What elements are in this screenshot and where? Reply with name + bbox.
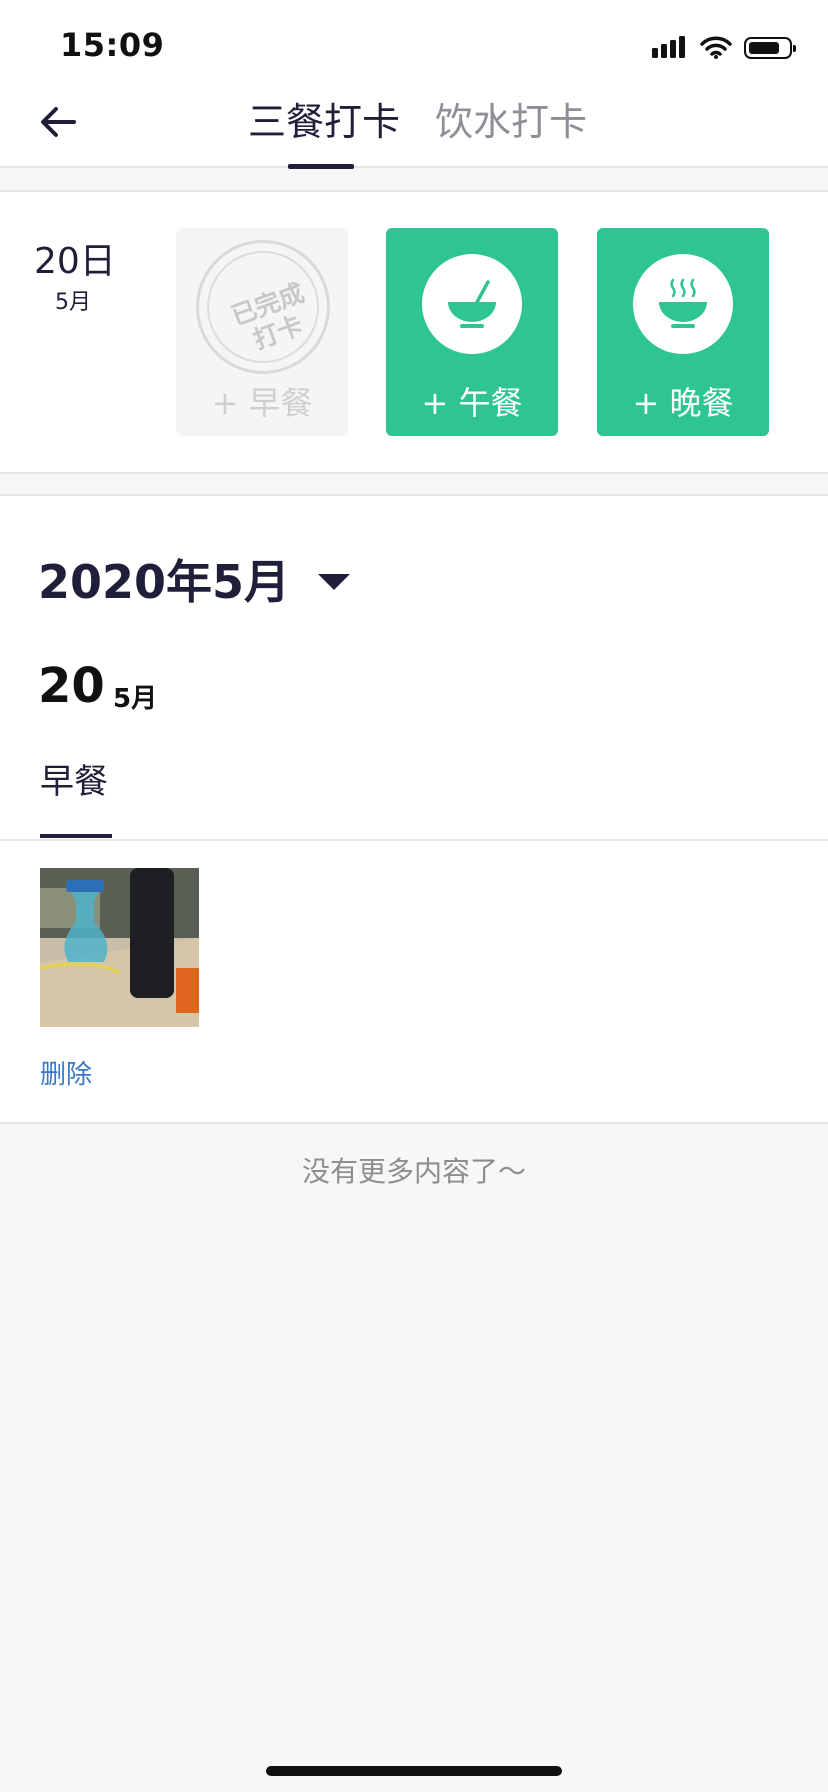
status-icons <box>652 30 796 66</box>
meal-photo[interactable] <box>40 868 199 1027</box>
header: 三餐打卡 饮水打卡 <box>0 80 828 169</box>
meal-tab-indicator <box>40 834 112 838</box>
back-button[interactable] <box>30 94 86 150</box>
bowl-spoon-icon <box>448 280 496 328</box>
history-panel: 2020年5月 20 5月 早餐 删除 <box>0 494 828 1124</box>
delete-button[interactable]: 删除 <box>40 1054 92 1091</box>
tab-meal-checkin[interactable]: 三餐打卡 <box>248 94 400 150</box>
checkin-panel: 20日 5月 已完成 打卡 + 早餐 + 午餐 + 晚餐 <box>0 190 828 474</box>
stamp-text: 已完成 打卡 <box>203 269 344 369</box>
status-time: 15:09 <box>60 26 165 64</box>
divider <box>0 839 828 841</box>
tab-water-checkin[interactable]: 饮水打卡 <box>435 94 587 150</box>
steaming-bowl-icon <box>659 278 707 328</box>
month-selector-label: 2020年5月 <box>38 555 291 609</box>
lunch-label: + 午餐 <box>421 384 523 422</box>
status-bar: 15:09 <box>0 0 828 80</box>
dinner-icon-circle <box>633 254 733 354</box>
stamp-inner-ring: 已完成 打卡 <box>207 251 319 363</box>
lunch-icon-circle <box>422 254 522 354</box>
meal-photo-image <box>40 868 199 1027</box>
checkin-date-month: 5月 <box>55 290 91 315</box>
battery-icon <box>744 37 796 59</box>
dinner-label: + 晚餐 <box>632 384 734 422</box>
completed-stamp: 已完成 打卡 <box>196 240 330 374</box>
dinner-card[interactable]: + 晚餐 <box>597 228 769 436</box>
wifi-icon <box>700 36 732 59</box>
entry-day: 20 <box>38 658 105 714</box>
entry-month: 5月 <box>113 684 158 714</box>
home-indicator[interactable] <box>266 1766 562 1776</box>
no-more-content-text: 没有更多内容了～ <box>301 1155 526 1188</box>
lunch-card[interactable]: + 午餐 <box>386 228 558 436</box>
month-selector[interactable]: 2020年5月 <box>38 546 351 612</box>
breakfast-label: + 早餐 <box>211 384 313 422</box>
signal-icon <box>652 36 685 58</box>
back-arrow-icon <box>41 107 76 137</box>
caret-down-icon <box>318 574 351 590</box>
active-tab-indicator <box>288 164 354 169</box>
meal-tab-breakfast[interactable]: 早餐 <box>40 754 108 803</box>
checkin-date-day: 20日 <box>34 241 116 282</box>
breakfast-card[interactable]: 已完成 打卡 + 早餐 <box>176 228 348 436</box>
